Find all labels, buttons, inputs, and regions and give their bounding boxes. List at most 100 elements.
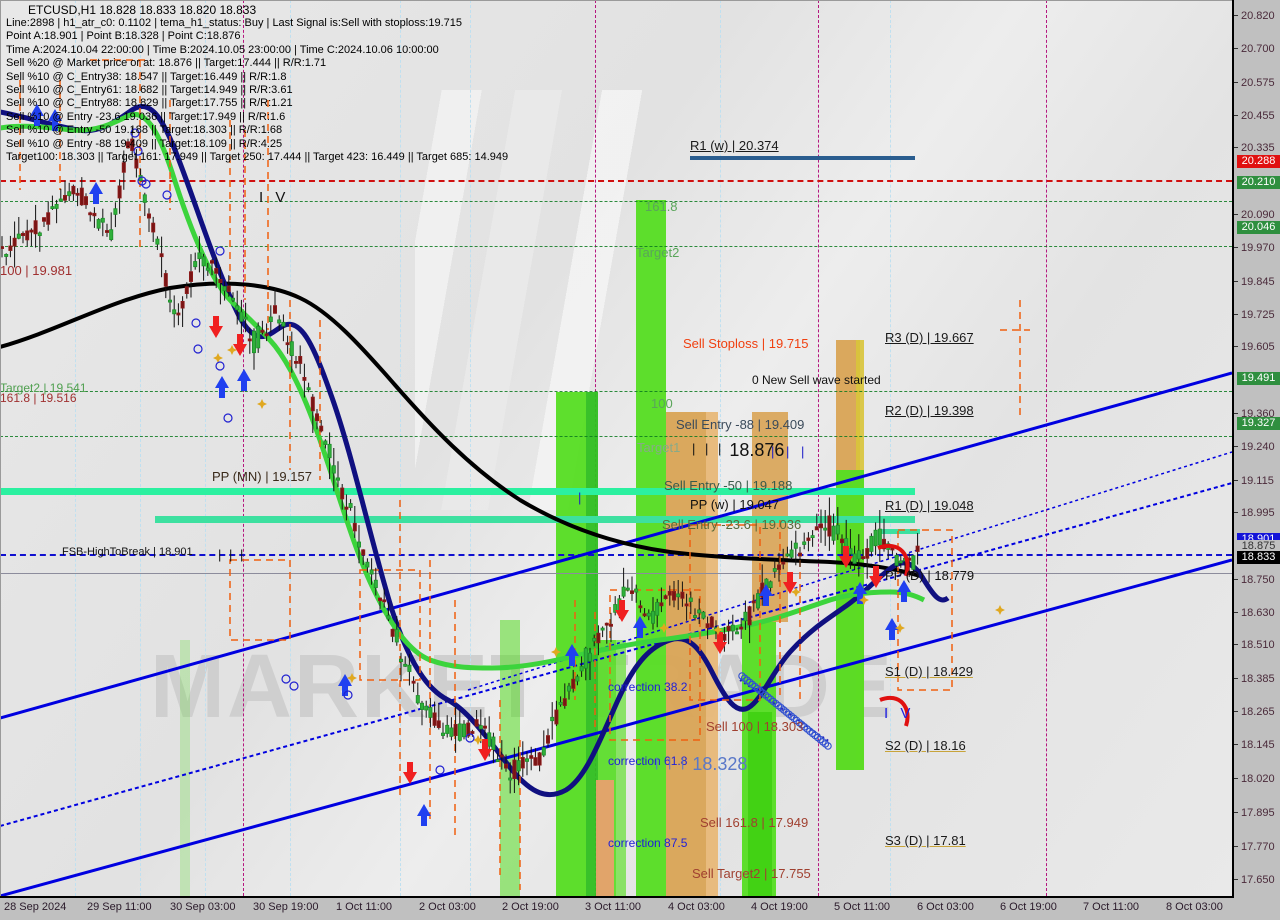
sell-arrow-icon xyxy=(615,600,629,622)
pivot-label-s2d: S2 (D) | 18.16 xyxy=(885,738,966,753)
price-highlight-box: 19.327 xyxy=(1237,416,1280,430)
header-line: Time A:2024.10.04 22:00:00 | Time B:2024… xyxy=(6,43,439,56)
fractal-dot-icon xyxy=(281,674,291,684)
price-tag-18328: | | | 18.328 xyxy=(655,754,748,774)
time-tick: 6 Oct 03:00 xyxy=(917,901,974,913)
sell-arrow-icon xyxy=(233,334,247,356)
trend-channel-upper xyxy=(0,371,1232,896)
correction-label-875: correction 87.5 xyxy=(608,836,688,850)
header-line: Point A:18.901 | Point B:18.328 | Point … xyxy=(6,30,241,43)
candlestick-series xyxy=(0,127,920,794)
time-tick: 30 Sep 19:00 xyxy=(253,901,319,913)
sell-arrow-icon xyxy=(403,762,417,784)
header-line: Line:2898 | h1_atr_c0: 0.1102 | tema_h1_… xyxy=(6,17,462,29)
price-highlight-box: 20.210 xyxy=(1237,176,1280,190)
time-tick: 2 Oct 19:00 xyxy=(502,901,559,913)
price-highlight-box: 20.288 xyxy=(1237,155,1280,169)
fractal-boxes xyxy=(19,59,1030,890)
correction-label-382: correction 38.2 xyxy=(608,680,688,694)
pivot-star-icon xyxy=(213,353,223,363)
buy-arrow-icon xyxy=(885,618,899,640)
buy-arrow-icon xyxy=(89,182,103,204)
time-tick: 1 Oct 11:00 xyxy=(336,901,393,913)
annotation-sell-1618: Sell 161.8 | 17.949 xyxy=(700,815,809,830)
fib-label-target1: Target1 xyxy=(637,440,681,455)
chart-info-header: ETCUSD,H1 18.828 18.833 18.820 18.833 Li… xyxy=(6,3,508,164)
annotation-sell-stoploss: Sell Stoploss | 19.715 xyxy=(683,336,809,351)
header-line: Sell %20 @ Market price or at: 18.876 ||… xyxy=(6,57,327,70)
fractal-dot-icon xyxy=(162,190,172,200)
time-tick: 29 Sep 11:00 xyxy=(87,901,152,913)
annotation-sell-100: Sell 100 | 18.303 xyxy=(706,719,804,734)
buy-arrow-icon xyxy=(417,804,431,826)
annotation-new-wave: 0 New Sell wave started xyxy=(752,373,881,387)
pivot-star-icon xyxy=(257,399,267,409)
price-scale[interactable]: 20.820 20.700 20.575 20.455 20.335 20.090 19.9… xyxy=(1234,0,1280,896)
time-scale[interactable]: 28 Sep 2024 29 Sep 11:00 30 Sep 03:00 30 Se… xyxy=(0,898,1232,920)
annotation-left-100: 100 | 19.981 xyxy=(0,263,73,278)
pivot-label-r1d: R1 (D) | 19.048 xyxy=(885,498,974,513)
pivot-star-icon xyxy=(473,735,483,745)
wave-bars-blue: | | | xyxy=(771,444,809,459)
time-tick: 28 Sep 2024 xyxy=(4,901,67,913)
sell-arrow-icon xyxy=(209,316,223,338)
symbol-ohlc-line: ETCUSD,H1 18.828 18.833 18.820 18.833 xyxy=(28,3,257,17)
annotation-sell-target2: Sell Target2 | 17.755 xyxy=(692,866,811,881)
header-line: Sell %10 @ C_Entry38: 18.547 || Target:1… xyxy=(6,70,287,83)
pivot-label-ppw: PP (w) | 19.047 xyxy=(690,497,780,512)
annotation-sell-entry-88: Sell Entry -88 | 19.409 xyxy=(676,417,805,432)
time-tick: 30 Sep 03:00 xyxy=(170,901,236,913)
annotation-fsb-high: FSB-HighToBreak | 18.901 xyxy=(62,546,193,558)
wave-label-blue: I V xyxy=(884,705,915,722)
buy-arrow-icon xyxy=(215,376,229,398)
time-tick: 8 Oct 03:00 xyxy=(1166,901,1223,913)
header-line: Sell %10 @ C_Entry88: 18.829 || Target:1… xyxy=(6,97,293,110)
buy-arrow-icon xyxy=(897,580,911,602)
time-tick: 3 Oct 11:00 xyxy=(585,901,642,913)
pivot-label-r1w: R1 (w) | 20.374 xyxy=(690,138,779,153)
annotation-sell-entry-50: Sell Entry -50 | 19.188 xyxy=(664,478,793,493)
pivot-label-ppmn: PP (MN) | 19.157 xyxy=(212,469,312,484)
price-highlight-box: 18.833 xyxy=(1237,551,1280,565)
time-tick: 6 Oct 19:00 xyxy=(1000,901,1057,913)
fib-label-1618: 161.8 xyxy=(645,199,678,214)
fractal-dot-icon xyxy=(193,344,203,354)
time-tick: 4 Oct 03:00 xyxy=(668,901,725,913)
price-highlight-box: 20.046 xyxy=(1237,221,1280,235)
pivot-star-icon xyxy=(659,623,669,633)
buy-arrow-icon xyxy=(633,616,647,638)
pivot-star-icon xyxy=(551,647,561,657)
time-tick: 7 Oct 11:00 xyxy=(1083,901,1140,913)
pivot-label-s1d: S1 (D) | 18.429 xyxy=(885,664,973,679)
tick-mark-single: | xyxy=(578,490,582,505)
time-tick: 5 Oct 11:00 xyxy=(834,901,891,913)
pivot-star-icon xyxy=(895,623,905,633)
time-tick: 2 Oct 03:00 xyxy=(419,901,476,913)
header-line: Target100: 18.303 || Target 161: 17.949 … xyxy=(6,151,509,164)
price-tag-value: 18.328 xyxy=(692,754,748,774)
fractal-dot-icon xyxy=(435,765,445,775)
fractal-dot-icon xyxy=(215,246,225,256)
pivot-label-r2d: R2 (D) | 19.398 xyxy=(885,403,974,418)
buy-arrow-icon xyxy=(565,644,579,666)
fractal-dot-icon xyxy=(191,318,201,328)
metatrader-chart-window: MARKET TRADE R1 (w) | 20.374 R3 (D) | 19… xyxy=(0,0,1280,920)
pivot-label-r3d: R3 (D) | 19.667 xyxy=(885,330,974,345)
pivot-star-icon xyxy=(995,605,1005,615)
header-line: Sell %10 @ Entry -23.6 19.036 || Target:… xyxy=(6,110,286,123)
annotation-left-1618: 161.8 | 19.516 xyxy=(0,391,77,405)
price-highlight-box: 19.491 xyxy=(1237,372,1280,386)
pivot-label-ppd: PP (D) | 18.779 xyxy=(885,568,975,583)
fractal-dot-icon xyxy=(289,681,299,691)
wave-label-black: I V xyxy=(259,189,290,206)
time-tick: 4 Oct 19:00 xyxy=(751,901,808,913)
fractal-dot-icon xyxy=(223,413,233,423)
tick-marks-group: | | | xyxy=(218,547,246,562)
fib-label-100: 100 xyxy=(651,396,673,411)
fractal-dot-icon xyxy=(215,361,225,371)
header-line: Sell %10 @ C_Entry61: 18.682 || Target:1… xyxy=(6,84,293,97)
pivot-label-s3d: S3 (D) | 17.81 xyxy=(885,833,966,848)
annotation-sell-entry-236: Sell Entry -23.6 | 19.036 xyxy=(662,517,802,532)
buy-arrow-icon xyxy=(237,369,251,391)
header-line: Sell %10 @ Entry -50 19.188 || Target:18… xyxy=(6,124,283,137)
